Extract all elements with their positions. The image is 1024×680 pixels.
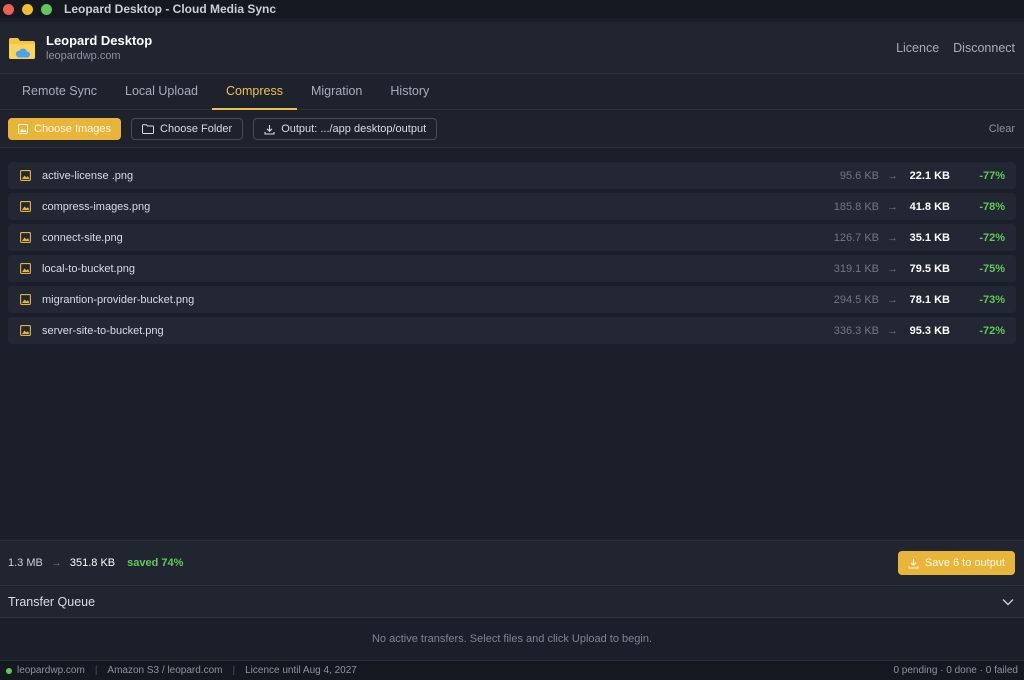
compressed-total: 351.8 KB: [69, 557, 116, 569]
file-name: active-license .png: [42, 169, 134, 182]
saving-percentage: -75%: [979, 262, 1005, 275]
arrow-right-icon: →: [887, 200, 898, 213]
original-size: 294.5 KB: [833, 293, 879, 306]
status-licence: Licence until Aug 4, 2027: [245, 665, 357, 676]
original-size: 185.8 KB: [833, 200, 879, 213]
image-file-icon: [20, 232, 31, 243]
title-bar: Leopard Desktop - Cloud Media Sync: [0, 0, 1024, 18]
image-file-icon: [20, 170, 31, 181]
compressed-size: 79.5 KB: [909, 262, 950, 275]
compressed-size: 95.3 KB: [909, 324, 950, 337]
file-row[interactable]: connect-site.png 126.7 KB → 35.1 KB -72%: [8, 224, 1016, 251]
tab-history[interactable]: History: [376, 74, 443, 110]
folder-icon: [142, 124, 155, 134]
minimize-window-button[interactable]: [22, 3, 33, 15]
image-file-icon: [20, 294, 31, 305]
close-window-button[interactable]: [3, 3, 14, 15]
window-title: Leopard Desktop - Cloud Media Sync: [64, 2, 277, 16]
file-row[interactable]: migrantion-provider-bucket.png 294.5 KB → 7…: [8, 286, 1016, 313]
file-name: server-site-to-bucket.png: [42, 324, 164, 337]
site-header: Leopard Desktop leopardwp.com Licence Di…: [0, 22, 1024, 74]
image-file-icon: [20, 263, 31, 274]
original-total: 1.3 MB: [8, 557, 43, 569]
choose-images-button[interactable]: Choose Images: [8, 118, 122, 140]
saving-percentage: -78%: [979, 200, 1005, 213]
file-row[interactable]: server-site-to-bucket.png 336.3 KB → 95.3 K…: [8, 317, 1016, 344]
file-name: local-to-bucket.png: [42, 262, 135, 275]
window-controls: [3, 3, 52, 15]
tab-remote-sync[interactable]: Remote Sync: [8, 74, 111, 110]
image-file-icon: [20, 325, 31, 336]
arrow-right-icon: →: [887, 324, 898, 337]
transfer-queue-header[interactable]: Transfer Queue: [0, 587, 1024, 618]
compression-summary: 1.3 MB → 351.8 KB saved 74% Save 6 to ou…: [0, 540, 1024, 586]
queue-empty-message: No active transfers. Select files and cl…: [371, 632, 653, 645]
file-name: migrantion-provider-bucket.png: [42, 293, 195, 306]
header-actions: Licence Disconnect: [896, 41, 1015, 55]
original-size: 319.1 KB: [833, 262, 879, 275]
status-site: leopardwp.com: [17, 665, 85, 676]
site-domain: leopardwp.com: [46, 50, 121, 62]
clear-button[interactable]: Clear: [989, 123, 1015, 135]
saving-percentage: -77%: [979, 169, 1005, 182]
saving-percentage: -72%: [979, 324, 1005, 337]
site-info: Leopard Desktop leopardwp.com: [46, 33, 152, 62]
saved-percentage: saved 74%: [127, 557, 184, 569]
separator: |: [232, 665, 236, 676]
arrow-right-icon: →: [50, 557, 62, 569]
site-name: Leopard Desktop: [46, 33, 153, 48]
status-bar: leopardwp.com | Amazon S3 / leopard.com …: [0, 660, 1024, 680]
original-size: 95.6 KB: [839, 169, 879, 182]
compressed-size: 78.1 KB: [909, 293, 950, 306]
arrow-right-icon: →: [887, 231, 898, 244]
output-folder-button[interactable]: Output: .../app desktop/output: [253, 118, 438, 140]
transfer-queue-body: No active transfers. Select files and cl…: [0, 618, 1024, 659]
folder-cloud-icon: [8, 34, 36, 62]
disconnect-link[interactable]: Disconnect: [953, 41, 1015, 55]
download-icon: [264, 124, 275, 135]
saving-percentage: -72%: [979, 231, 1005, 244]
tab-compress[interactable]: Compress: [212, 74, 297, 110]
separator: |: [94, 665, 98, 676]
licence-link[interactable]: Licence: [896, 41, 939, 55]
main-tabs: Remote Sync Local Upload Compress Migrat…: [0, 74, 1024, 110]
arrow-right-icon: →: [887, 262, 898, 275]
compressed-size: 41.8 KB: [909, 200, 950, 213]
connection-status-dot: [6, 667, 12, 674]
maximize-window-button[interactable]: [41, 3, 52, 15]
status-provider: Amazon S3 / leopard.com: [107, 665, 223, 676]
compressed-size: 22.1 KB: [909, 169, 950, 182]
file-row[interactable]: compress-images.png 185.8 KB → 41.8 KB -78%: [8, 193, 1016, 220]
original-size: 336.3 KB: [833, 324, 879, 337]
file-list: active-license .png 95.6 KB → 22.1 KB -77% co…: [8, 162, 1016, 348]
tab-migration[interactable]: Migration: [297, 74, 376, 110]
output-path-label: Output: .../app desktop/output: [281, 123, 427, 135]
save-to-output-button[interactable]: Save 6 to output: [897, 551, 1015, 575]
choose-folder-button[interactable]: Choose Folder: [131, 118, 244, 140]
choose-images-label: Choose Images: [34, 123, 112, 135]
arrow-right-icon: →: [887, 169, 898, 182]
original-size: 126.7 KB: [833, 231, 879, 244]
compress-toolbar: Choose Images Choose Folder Output: .../…: [0, 111, 1024, 148]
saving-percentage: -73%: [979, 293, 1005, 306]
transfer-queue-title: Transfer Queue: [8, 595, 96, 609]
image-file-icon: [20, 201, 31, 212]
tab-local-upload[interactable]: Local Upload: [111, 74, 212, 110]
file-name: compress-images.png: [42, 200, 151, 213]
chevron-down-icon[interactable]: [1002, 598, 1014, 606]
download-icon: [908, 558, 919, 569]
file-name: connect-site.png: [42, 231, 123, 244]
status-counts: 0 pending · 0 done · 0 failed: [893, 665, 1018, 676]
file-row[interactable]: local-to-bucket.png 319.1 KB → 79.5 KB -75%: [8, 255, 1016, 282]
choose-folder-label: Choose Folder: [160, 123, 233, 135]
compressed-size: 35.1 KB: [909, 231, 950, 244]
image-icon: [18, 124, 28, 134]
save-to-output-label: Save 6 to output: [924, 557, 1005, 569]
arrow-right-icon: →: [887, 293, 898, 306]
file-row[interactable]: active-license .png 95.6 KB → 22.1 KB -77%: [8, 162, 1016, 189]
